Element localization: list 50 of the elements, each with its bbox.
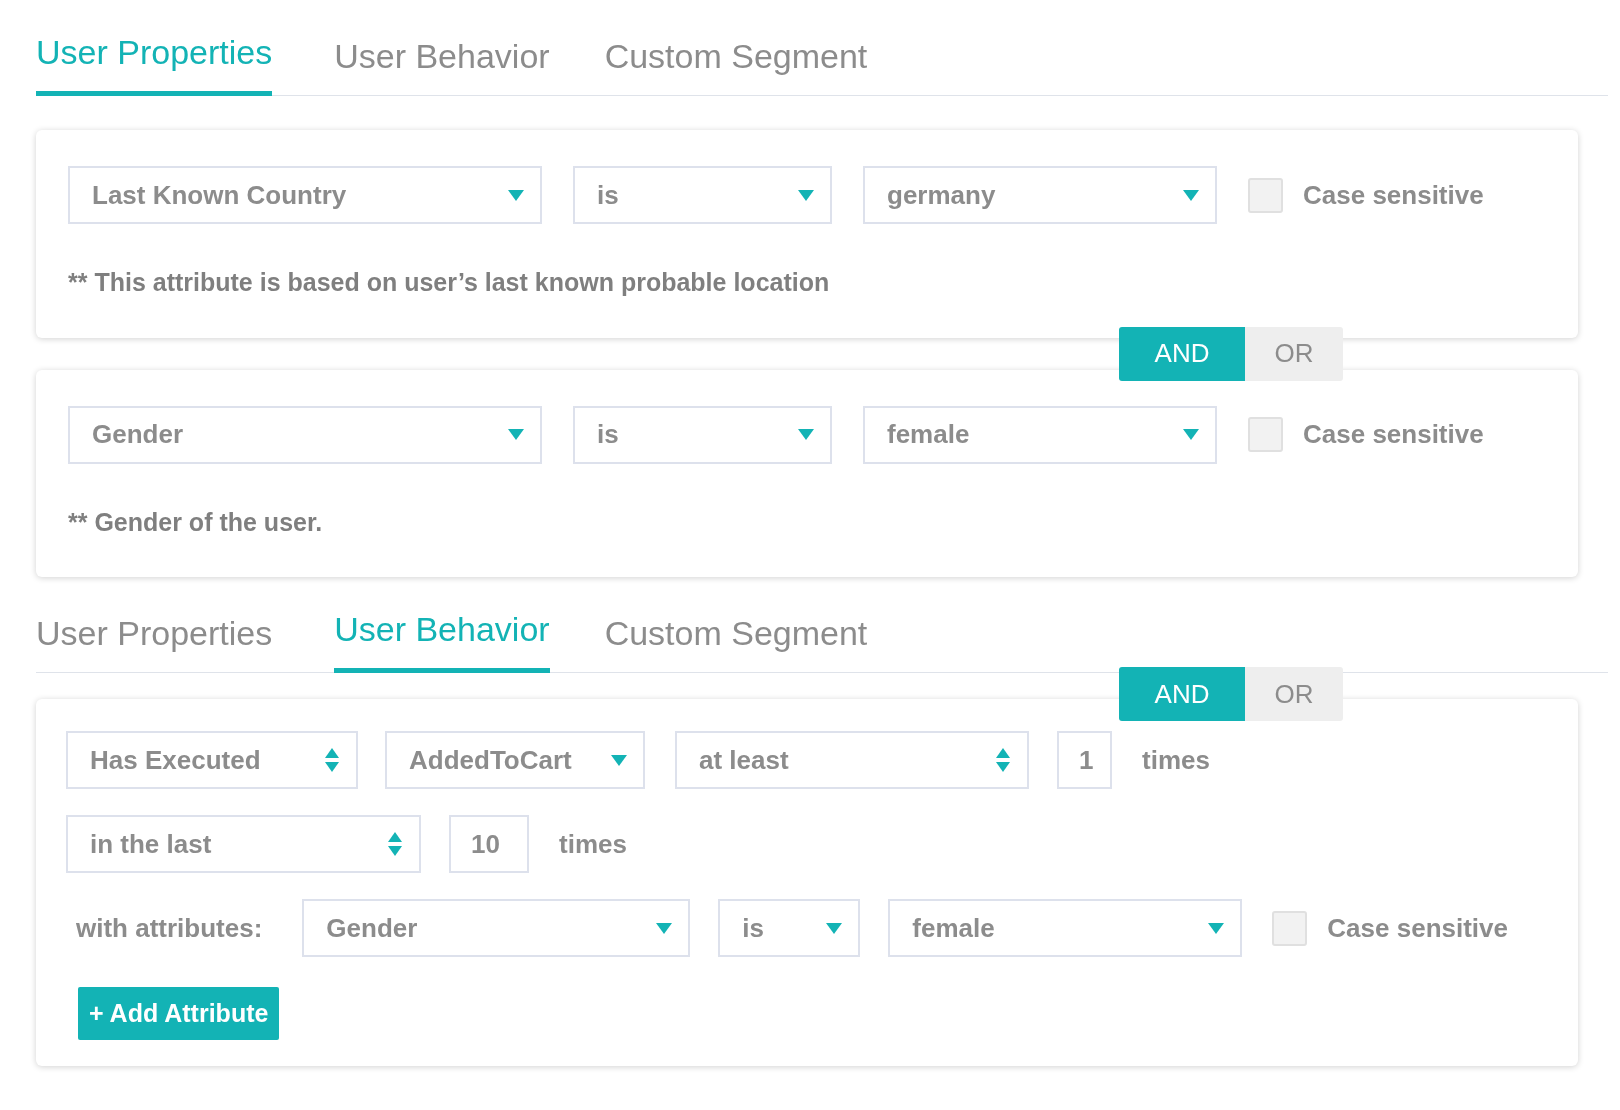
caret-down-icon bbox=[508, 189, 524, 201]
caret-down-icon bbox=[1208, 922, 1225, 934]
checkbox-label: Case sensitive bbox=[1303, 418, 1484, 451]
segment-tab[interactable]: Custom Segment bbox=[604, 22, 868, 95]
logic-toggle-option[interactable]: AND bbox=[1119, 667, 1245, 721]
caret-down-icon bbox=[826, 922, 843, 934]
dropdown-select[interactable]: is bbox=[573, 405, 832, 464]
spinner-arrows-icon bbox=[324, 747, 340, 773]
segment-tab[interactable]: User Behavior bbox=[334, 600, 550, 673]
field-label: with attributes: bbox=[76, 911, 263, 945]
dropdown-select[interactable]: is bbox=[718, 899, 861, 957]
dropdown-select[interactable]: Gender bbox=[68, 405, 542, 464]
field-label: times bbox=[559, 827, 627, 861]
segment-tab[interactable]: Custom Segment bbox=[604, 599, 868, 672]
dropdown-select[interactable]: is bbox=[573, 166, 832, 224]
number-field[interactable]: 1 bbox=[1057, 731, 1112, 789]
caret-down-icon bbox=[798, 189, 814, 201]
number-field[interactable]: 10 bbox=[449, 815, 529, 873]
logic-toggle-option[interactable]: OR bbox=[1245, 667, 1343, 721]
caret-down-icon bbox=[611, 754, 627, 766]
checkbox[interactable] bbox=[1272, 910, 1308, 946]
dropdown-select[interactable]: Gender bbox=[302, 899, 691, 957]
spinner-arrows-icon bbox=[995, 747, 1011, 773]
dropdown-select[interactable]: female bbox=[888, 899, 1243, 957]
segment-tab[interactable]: User Properties bbox=[36, 23, 273, 96]
dropdown-select[interactable]: germany bbox=[863, 166, 1217, 224]
caret-down-icon bbox=[1183, 189, 1199, 201]
segment-tab[interactable]: User Properties bbox=[36, 599, 273, 672]
spinner-arrows-icon bbox=[387, 831, 403, 857]
field-label: times bbox=[1142, 743, 1210, 777]
dropdown-select[interactable]: female bbox=[863, 405, 1217, 464]
checkbox-label: Case sensitive bbox=[1303, 178, 1484, 212]
dropdown-select[interactable]: AddedToCart bbox=[385, 731, 645, 789]
checkbox[interactable] bbox=[1248, 417, 1283, 452]
logic-toggle-option[interactable]: AND bbox=[1119, 326, 1245, 381]
stepper-select[interactable]: in the last bbox=[66, 815, 421, 873]
dropdown-select[interactable]: Last Known Country bbox=[68, 166, 542, 224]
checkbox[interactable] bbox=[1248, 177, 1283, 213]
stepper-select[interactable]: at least bbox=[675, 731, 1029, 789]
caret-down-icon bbox=[508, 429, 524, 440]
caret-down-icon bbox=[656, 922, 673, 934]
condition-note: ** Gender of the user. bbox=[68, 506, 324, 538]
condition-note: ** This attribute is based on user’s last known probable location bbox=[68, 267, 831, 298]
logic-toggle-option[interactable]: OR bbox=[1245, 326, 1343, 381]
segment-tab[interactable]: User Behavior bbox=[334, 22, 550, 95]
caret-down-icon bbox=[798, 429, 814, 440]
checkbox-label: Case sensitive bbox=[1327, 911, 1508, 945]
caret-down-icon bbox=[1183, 429, 1199, 440]
add-attribute-button[interactable]: + Add Attribute bbox=[78, 987, 280, 1040]
stepper-select[interactable]: Has Executed bbox=[66, 731, 358, 789]
